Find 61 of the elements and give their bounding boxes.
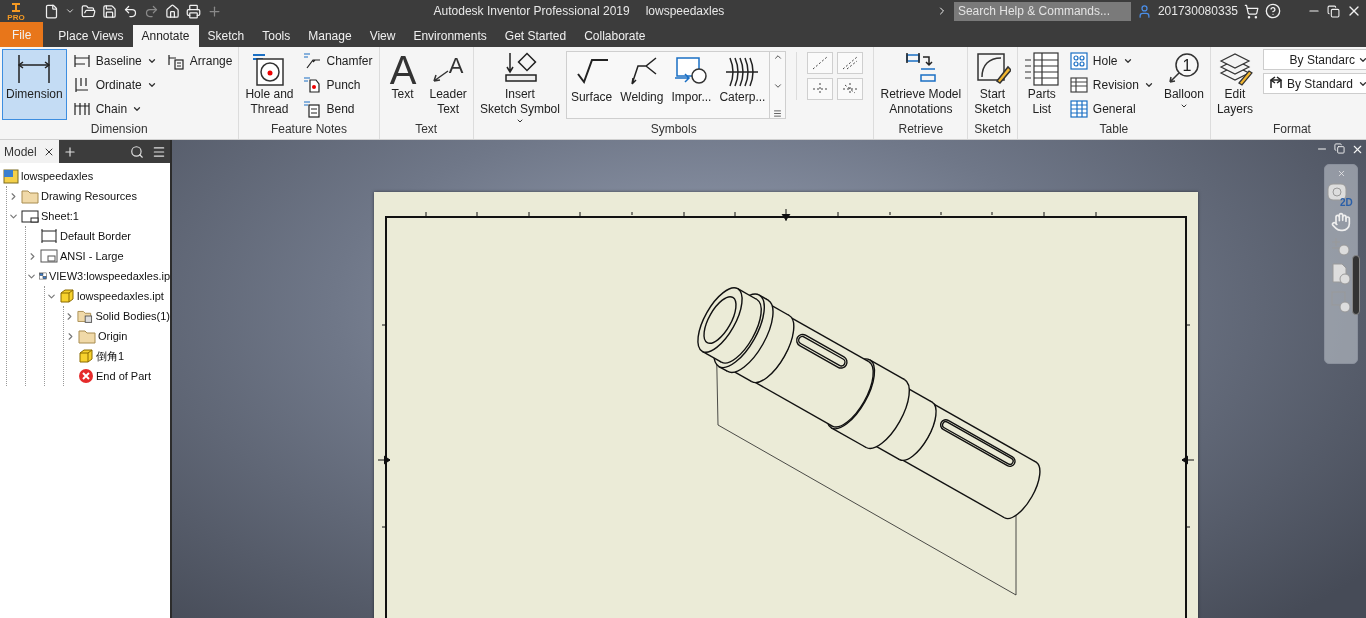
panel-title: Feature Notes: [269, 122, 348, 138]
style-dropdown[interactable]: By Standard: [1262, 73, 1366, 94]
gallery-item[interactable]: Surface: [566, 52, 617, 118]
ribbon-button[interactable]: Chain: [68, 97, 161, 121]
ribbon-button[interactable]: Parts List: [1019, 49, 1064, 120]
tree-item[interactable]: Origin: [98, 330, 128, 342]
panel-title: Symbols: [649, 122, 698, 138]
ribbon-tab[interactable]: Annotate: [132, 25, 199, 47]
ribbon-button[interactable]: Edit Layers: [1212, 49, 1257, 120]
ribbon-tab[interactable]: Get Started: [495, 25, 576, 47]
style-dropdown[interactable]: By Standarc: [1262, 49, 1366, 70]
ribbon-button[interactable]: Dimension: [2, 49, 67, 120]
ribbon-tab[interactable]: Sketch: [198, 25, 254, 47]
ribbon-button[interactable]: Revision: [1065, 73, 1158, 97]
tree-item[interactable]: Sheet:1: [41, 210, 79, 222]
ribbon-button[interactable]: 1 Balloon: [1159, 49, 1208, 120]
ribbon-button[interactable]: General: [1065, 97, 1158, 121]
tree-item[interactable]: lowspeedaxles: [21, 170, 94, 182]
ribbon-button[interactable]: Arrange: [162, 49, 237, 73]
tree-item[interactable]: ANSI - Large: [60, 250, 124, 262]
ribbon-button[interactable]: Retrieve Model Annotations: [876, 49, 966, 120]
ribbon-button[interactable]: Start Sketch: [970, 49, 1015, 120]
ribbon-button[interactable]: Chamfer: [299, 49, 377, 73]
ribbon-tab[interactable]: View: [360, 25, 405, 47]
panel-title: Sketch: [973, 122, 1012, 138]
tree-item[interactable]: Drawing Resources: [41, 190, 137, 202]
panel-title: Table: [1098, 122, 1130, 138]
search-field[interactable]: Search Help & Commands...: [953, 1, 1131, 21]
tree-item[interactable]: lowspeedaxles.ipt: [77, 290, 164, 302]
ribbon-button[interactable]: Insert Sketch Symbol: [475, 49, 564, 122]
gallery-item[interactable]: Welding: [616, 52, 668, 118]
ribbon-tab[interactable]: Place Views: [49, 25, 133, 47]
tree-item[interactable]: End of Part: [96, 370, 152, 382]
ribbon-tab[interactable]: Tools: [253, 25, 300, 47]
tree-item[interactable]: Solid Bodies(1): [95, 310, 170, 322]
window-title: Autodesk Inventor Professional 2019: [433, 4, 630, 18]
panel-title: Format: [1271, 122, 1312, 138]
ribbon-button[interactable]: Bend: [299, 97, 377, 121]
gallery-item[interactable]: Impor...: [667, 52, 716, 118]
ribbon-button[interactable]: Punch: [299, 73, 377, 97]
ribbon-button[interactable]: Baseline: [68, 49, 161, 73]
ribbon-button[interactable]: A Text: [381, 49, 424, 120]
ribbon-button[interactable]: Ordinate: [68, 73, 161, 97]
browser-tab[interactable]: Model: [0, 140, 59, 163]
panel-title: Dimension: [89, 122, 149, 138]
ribbon-tab[interactable]: Environments: [404, 25, 496, 47]
panel-title: Text: [414, 122, 439, 138]
tree-item[interactable]: 倒角1: [96, 348, 125, 364]
ribbon-button[interactable]: A Leader Text: [425, 49, 471, 120]
panel-title: Retrieve: [897, 122, 945, 138]
ribbon-tab[interactable]: Manage: [299, 25, 361, 47]
ribbon-button[interactable]: Hole and Thread: [241, 49, 298, 120]
document-name: lowspeedaxles: [645, 4, 725, 18]
tree-item[interactable]: Default Border: [60, 230, 131, 242]
gallery-item[interactable]: Caterp...: [715, 52, 770, 118]
ribbon-tab[interactable]: Collaborate: [575, 25, 655, 47]
tree-item[interactable]: VIEW3:lowspeedaxles.ip: [48, 270, 170, 282]
user-name[interactable]: 201730080335: [1157, 4, 1238, 18]
ribbon-button[interactable]: Hole: [1065, 49, 1158, 73]
letter-icon: A: [385, 51, 420, 87]
app-logo: PRO: [4, 0, 28, 22]
